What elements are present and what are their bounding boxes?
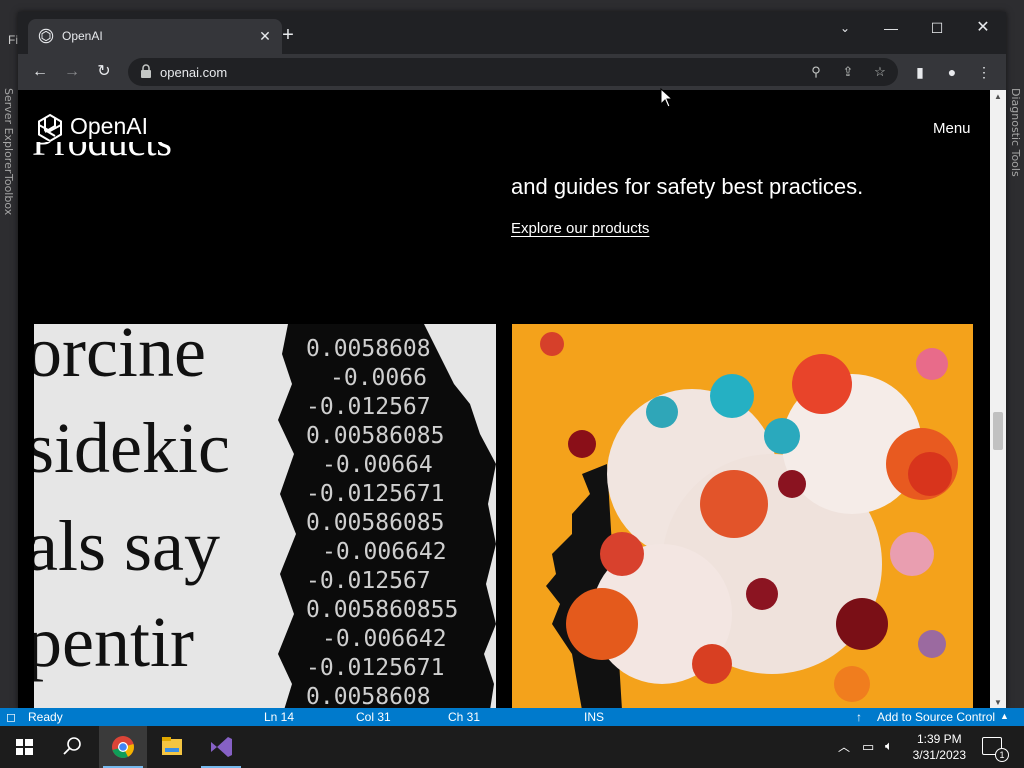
file-explorer-icon[interactable]	[148, 726, 196, 768]
openai-logo-icon	[38, 113, 62, 143]
status-column: Col 31	[356, 710, 391, 724]
toolbox-tab[interactable]: Toolbox	[2, 174, 15, 215]
paper-line: pentir	[34, 602, 194, 682]
torn-paper-code-image: orcine sidekic als say pentir 0.0058608 …	[34, 324, 496, 710]
status-square-icon: ◻	[6, 710, 16, 724]
vs-menu-letter: Fi	[8, 33, 18, 47]
windows-taskbar: ︿ ▭ 🔈︎ 1:39 PM 3/31/2023 1	[0, 726, 1024, 768]
search-icon[interactable]: ⚲	[806, 62, 826, 82]
safety-text: and guides for safety best practices.	[511, 174, 864, 199]
url-text: openai.com	[160, 65, 228, 80]
logo-text: OpenAI	[70, 113, 148, 139]
forward-button[interactable]: →	[58, 58, 86, 86]
notification-center-icon[interactable]: 1	[982, 737, 1009, 762]
openai-logo[interactable]: OpenAI	[34, 112, 148, 144]
chevron-up-icon[interactable]: ︿	[838, 738, 850, 755]
chrome-icon[interactable]	[99, 726, 147, 768]
code-line: 0.0058608	[306, 684, 431, 710]
status-insert-mode: INS	[584, 710, 605, 724]
vs-right-tool-rail: Diagnostic Tools	[1004, 84, 1024, 704]
share-icon[interactable]: ⇪	[838, 62, 858, 82]
new-tab-button[interactable]: +	[274, 22, 302, 50]
arrow-up-icon: ↑	[856, 710, 862, 724]
reload-button[interactable]: ↻	[90, 58, 118, 86]
scrollbar-thumb[interactable]	[993, 412, 1003, 450]
explore-products-link[interactable]: Explore our products	[511, 220, 649, 237]
torn-edge-left	[270, 324, 296, 710]
server-explorer-tab[interactable]: Server Explorer	[2, 88, 15, 173]
caret-up-icon: ▲	[1000, 711, 1009, 721]
status-line: Ln 14	[264, 710, 295, 724]
star-icon[interactable]: ☆	[870, 62, 890, 82]
window-close-button[interactable]: ✕	[960, 14, 1006, 42]
add-to-source-control-button[interactable]: Add to Source Control	[877, 710, 995, 724]
tab-openai[interactable]: OpenAI ✕	[28, 19, 282, 54]
taskbar-clock[interactable]: 1:39 PM 3/31/2023	[913, 731, 966, 763]
address-bar[interactable]: openai.com ⚲ ⇪ ☆	[128, 58, 898, 86]
paper-line: sidekic	[34, 408, 230, 488]
back-button[interactable]: ←	[26, 58, 54, 86]
code-line: 0.0058608	[306, 336, 431, 362]
clock-date: 3/31/2023	[912, 748, 966, 762]
lock-icon[interactable]	[140, 64, 152, 78]
clock-time: 1:39 PM	[916, 732, 962, 746]
search-icon[interactable]	[48, 726, 96, 768]
scroll-up-icon[interactable]: ▲	[990, 90, 1006, 104]
status-ready: Ready	[28, 710, 63, 724]
openai-favicon-icon	[38, 28, 54, 44]
start-icon[interactable]	[0, 726, 48, 768]
page-viewport: OpenAI Menu Products and guides for safe…	[18, 90, 990, 710]
diagnostic-tools-tab[interactable]: Diagnostic Tools	[1009, 88, 1022, 177]
status-char: Ch 31	[448, 710, 481, 724]
mouse-cursor-icon	[660, 88, 674, 108]
chrome-window: OpenAI ✕ + ⌄ — ☐ ✕ ← → ↻ openai.com ⚲ ⇪ …	[18, 12, 1006, 710]
code-line: -0.012567	[306, 394, 431, 420]
maximize-button[interactable]: ☐	[914, 14, 960, 42]
code-line: -0.0066	[330, 365, 427, 391]
page-scrollbar[interactable]: ▲ ▼	[990, 90, 1006, 710]
tab-close-icon[interactable]: ✕	[254, 25, 276, 47]
visual-studio-icon[interactable]	[197, 726, 245, 768]
vs-left-tool-rail: Server Explorer Toolbox	[0, 84, 20, 704]
tab-title: OpenAI	[62, 29, 103, 43]
tab-strip: OpenAI ✕ + ⌄ — ☐ ✕	[18, 12, 1006, 54]
browser-toolbar: ← → ↻ openai.com ⚲ ⇪ ☆ ▮ ● ⋮	[18, 54, 1006, 90]
torn-edge-right	[424, 324, 496, 710]
notification-count-badge: 1	[995, 748, 1009, 762]
menu-button[interactable]: Menu	[933, 120, 971, 137]
profile-icon[interactable]: ●	[938, 58, 966, 86]
more-icon[interactable]: ⋮	[970, 58, 998, 86]
paper-line: als say	[34, 506, 220, 586]
volume-icon[interactable]: 🔈︎	[885, 738, 893, 754]
network-icon[interactable]: ▭	[862, 739, 874, 755]
vs-status-bar: ◻ Ready Ln 14 Col 31 Ch 31 INS ↑ Add to …	[0, 708, 1024, 726]
products-heading: Products	[32, 142, 172, 178]
minimize-button[interactable]: —	[868, 14, 914, 42]
products-heading-text: Products	[32, 142, 172, 164]
tab-search-chevron-down-icon[interactable]: ⌄	[822, 14, 868, 42]
flower-portrait-image	[512, 324, 973, 710]
code-line: -0.012567	[306, 568, 431, 594]
paper-line: orcine	[34, 324, 206, 392]
side-panel-icon[interactable]: ▮	[906, 58, 934, 86]
